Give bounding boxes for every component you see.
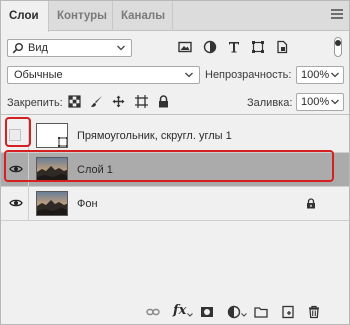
opacity-label: Непрозрачность: xyxy=(205,69,292,81)
opacity-field[interactable]: 100% xyxy=(296,66,344,84)
tab-paths[interactable]: Контуры xyxy=(49,1,113,31)
fill-value: 100% xyxy=(301,96,330,108)
layer-row-rounded-rectangle[interactable]: Прямоугольник, скругл. углы 1 xyxy=(1,119,349,153)
fill-field[interactable]: 100% xyxy=(296,93,344,111)
eye-icon[interactable] xyxy=(9,198,23,208)
image-filter-icon[interactable] xyxy=(178,40,192,54)
layers-panel: Слои Контуры Каналы Вид Обычные Непрозра… xyxy=(0,0,350,325)
tab-channels[interactable]: Каналы xyxy=(113,1,173,31)
layer-thumbnail-photo xyxy=(36,157,68,182)
search-icon xyxy=(12,43,23,54)
chevron-down-icon xyxy=(241,313,247,317)
blend-mode-value: Обычные xyxy=(14,69,63,81)
lock-pixels-icon[interactable] xyxy=(90,95,103,108)
smart-object-filter-icon[interactable] xyxy=(275,40,289,54)
lock-transparent-icon[interactable] xyxy=(68,95,81,108)
visibility-toggle-off[interactable] xyxy=(9,129,21,141)
fill-label: Заливка: xyxy=(247,97,293,109)
panel-tab-bar: Слои Контуры Каналы xyxy=(1,1,349,32)
adjustment-filter-icon[interactable] xyxy=(203,40,217,54)
panel-menu-icon[interactable] xyxy=(331,9,343,21)
layer-name[interactable]: Слой 1 xyxy=(77,164,113,176)
tab-layers[interactable]: Слои xyxy=(1,1,49,32)
layer-row-background[interactable]: Фон xyxy=(1,187,349,221)
new-adjustment-icon[interactable] xyxy=(227,305,241,319)
filter-toggle-icon[interactable] xyxy=(334,37,342,57)
add-mask-icon[interactable] xyxy=(200,305,214,319)
lock-artboard-icon[interactable] xyxy=(135,95,148,108)
chevron-down-icon xyxy=(331,99,339,105)
lock-position-icon[interactable] xyxy=(112,95,125,108)
photo-thumbnail-icon xyxy=(37,158,67,181)
layers-bottom-toolbar: fx xyxy=(1,300,349,324)
delete-layer-icon[interactable] xyxy=(307,305,321,319)
visibility-cell[interactable] xyxy=(1,119,29,152)
chevron-down-icon xyxy=(117,45,125,51)
visibility-cell[interactable] xyxy=(1,153,29,186)
new-layer-icon[interactable] xyxy=(281,305,295,319)
type-filter-icon[interactable] xyxy=(227,40,241,54)
filter-kind-select[interactable]: Вид xyxy=(7,39,132,57)
fx-icon[interactable]: fx xyxy=(173,303,186,318)
shape-filter-icon[interactable] xyxy=(251,40,265,54)
visibility-cell[interactable] xyxy=(1,187,29,220)
filter-kind-label: Вид xyxy=(28,42,48,54)
layer-thumbnail-shape xyxy=(36,123,68,148)
opacity-value: 100% xyxy=(301,69,330,81)
eye-icon[interactable] xyxy=(9,164,23,174)
blend-mode-select[interactable]: Обычные xyxy=(7,66,200,84)
chevron-down-icon xyxy=(187,313,193,317)
lock-all-icon[interactable] xyxy=(157,95,170,108)
layer-name[interactable]: Фон xyxy=(77,198,98,210)
link-layers-icon[interactable] xyxy=(146,305,160,319)
layers-list: Прямоугольник, скругл. углы 1 Слой 1 Фон xyxy=(1,114,349,294)
layer-thumbnail-photo xyxy=(36,191,68,216)
chevron-down-icon xyxy=(185,72,193,78)
lock-icon[interactable] xyxy=(306,198,316,209)
layer-row-layer-1[interactable]: Слой 1 xyxy=(1,153,349,187)
shape-thumbnail-icon xyxy=(37,124,67,147)
chevron-down-icon xyxy=(331,72,339,78)
photo-thumbnail-icon xyxy=(37,192,67,215)
new-group-icon[interactable] xyxy=(254,305,268,319)
lock-label: Закрепить: xyxy=(7,97,63,109)
layer-name[interactable]: Прямоугольник, скругл. углы 1 xyxy=(77,130,232,142)
